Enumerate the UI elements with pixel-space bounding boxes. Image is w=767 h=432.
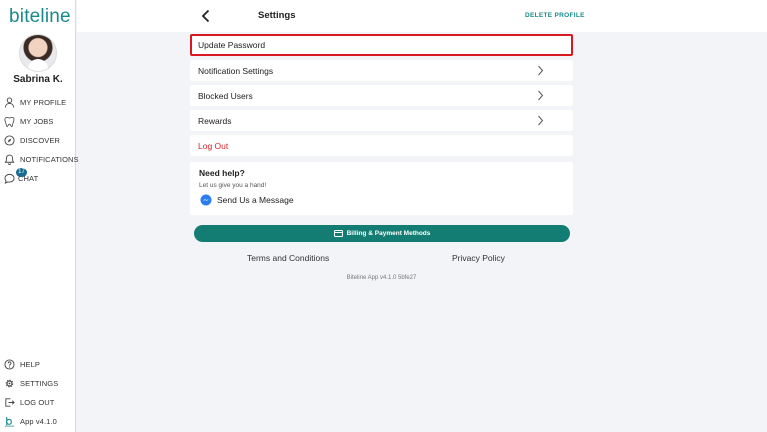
send-message-label: Send Us a Message [217,195,294,205]
chevron-right-icon [538,90,544,101]
person-icon [4,96,15,108]
row-label: Rewards [198,115,232,126]
row-label: Notification Settings [198,65,274,76]
settings-row-blocked-users[interactable]: Blocked Users [190,85,573,106]
sidebar-item-my-jobs[interactable]: MY JOBS [4,114,54,128]
credit-card-icon [333,230,343,237]
privacy-link[interactable]: Privacy Policy [452,253,505,263]
help-card: Need help? Let us give you a hand! Send … [190,162,573,215]
chevron-right-icon [538,65,544,76]
billing-label: Billing & Payment Methods [346,230,431,237]
sidebar-item-log-out[interactable]: LOG OUT [4,395,54,409]
sidebar-item-label: MY JOBS [20,116,54,126]
help-title: Need help? [199,168,245,178]
sidebar-item-settings[interactable]: SETTINGS [4,376,58,390]
help-subtitle: Let us give you a hand! [199,182,267,189]
messenger-icon [200,194,212,206]
bell-icon [4,154,15,165]
chat-bubble-icon [4,173,15,184]
sidebar-item-my-profile[interactable]: MY PROFILE [4,95,66,109]
sidebar: biteline Sabrina K. MY PROFILE MY JOBS D… [0,0,79,432]
page-title: Settings [258,10,296,21]
sidebar-item-label: NOTIFICATIONS [20,154,79,164]
sidebar-item-label: DISCOVER [20,135,60,145]
settings-row-notification-settings[interactable]: Notification Settings [190,60,573,81]
user-name: Sabrina K. [13,74,63,85]
sidebar-item-discover[interactable]: DISCOVER [4,133,60,147]
app-version: App v4.1.0 [4,414,57,428]
sidebar-item-help[interactable]: HELP [4,357,40,371]
sidebar-item-label: HELP [20,359,40,369]
biteline-b-icon [4,416,15,426]
header-bar [77,0,767,32]
back-arrow-icon[interactable] [200,9,212,23]
terms-link[interactable]: Terms and Conditions [247,253,329,263]
sidebar-item-label: MY PROFILE [20,97,67,107]
sidebar-item-chat[interactable]: 17 CHAT [4,167,38,185]
sidebar-item-label: SETTINGS [20,378,59,388]
gear-icon [5,379,14,387]
sidebar-item-notifications[interactable]: NOTIFICATIONS [4,152,79,166]
send-message-link[interactable]: Send Us a Message [200,193,294,207]
logout-icon [5,397,15,407]
sidebar-item-label: LOG OUT [20,397,55,407]
build-version: Biteline App v4.1.0 5bfe27 [346,275,417,281]
row-label: Log Out [198,140,229,151]
row-label: Update Password [198,40,266,50]
chevron-right-icon [538,115,544,126]
chat-unread-badge: 17 [16,167,27,177]
settings-row-rewards[interactable]: Rewards [190,110,573,131]
app-version-label: App v4.1.0 [20,416,57,426]
app-window: biteline Sabrina K. MY PROFILE MY JOBS D… [0,0,767,432]
avatar[interactable] [19,34,57,72]
compass-icon [4,134,15,146]
tooth-icon [4,116,15,127]
row-label: Blocked Users [198,90,253,101]
billing-payment-button[interactable]: Billing & Payment Methods [194,225,570,242]
settings-row-update-password[interactable]: Update Password [190,34,573,56]
log-out-button[interactable]: Log Out [190,135,573,156]
question-icon [4,358,15,370]
delete-profile-button[interactable]: DELETE PROFILE [525,12,585,19]
biteline-logo[interactable]: biteline [9,6,71,28]
